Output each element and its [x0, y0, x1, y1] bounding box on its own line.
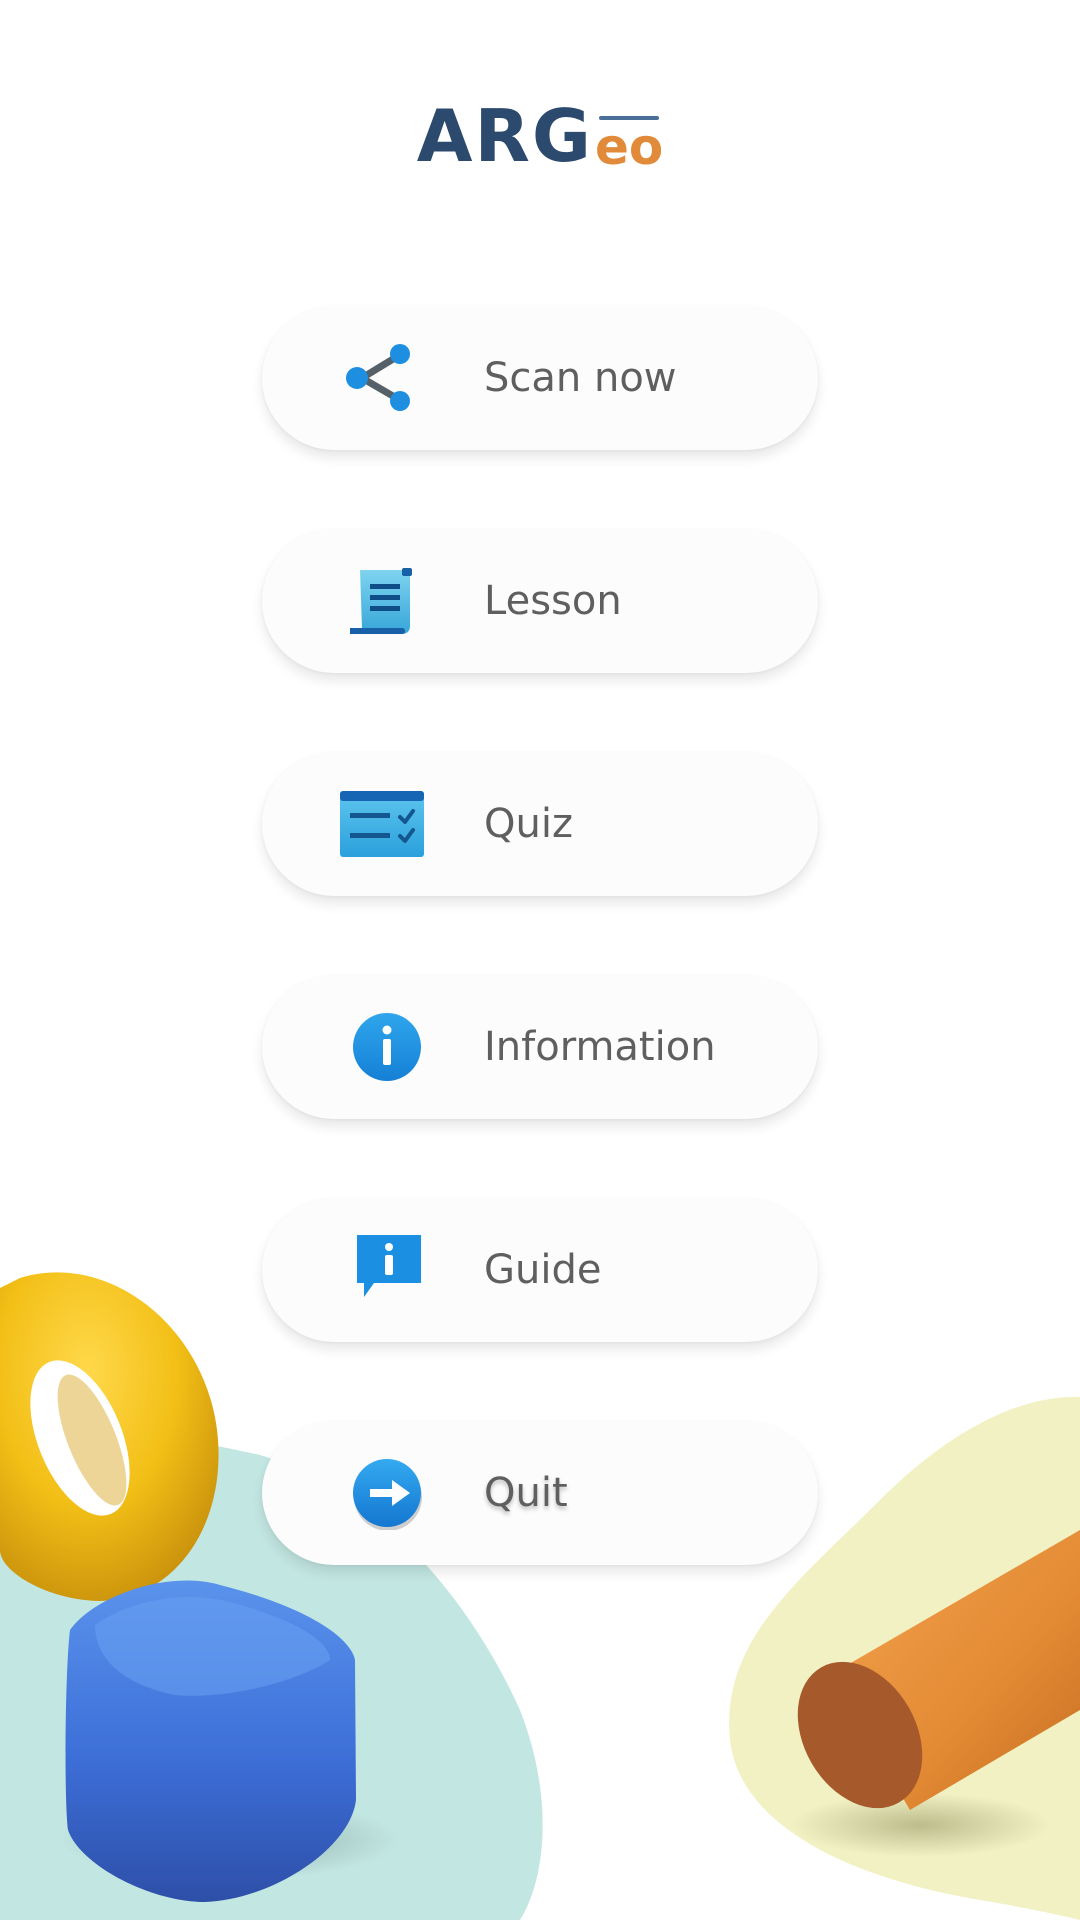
- guide-button[interactable]: Guide: [262, 1198, 818, 1342]
- scan-now-label: Scan now: [484, 355, 677, 401]
- scroll-icon: [340, 564, 424, 638]
- orange-cylinder: [797, 1530, 1080, 1810]
- guide-label: Guide: [484, 1247, 602, 1293]
- information-label: Information: [484, 1024, 716, 1070]
- main-menu: Scan now Lesson Quiz Information Guide Q…: [262, 306, 818, 1644]
- share-nodes-icon: [340, 341, 424, 415]
- logo-main-text: ARG: [416, 94, 593, 178]
- quiz-label: Quiz: [484, 801, 573, 847]
- logo-sub-text: eo: [595, 114, 663, 172]
- quit-label: Quit: [484, 1470, 568, 1516]
- lesson-label: Lesson: [484, 578, 622, 624]
- lesson-button[interactable]: Lesson: [262, 529, 818, 673]
- info-speech-bubble-icon: [340, 1233, 424, 1307]
- arrow-right-circle-icon: [340, 1456, 424, 1530]
- quiz-button[interactable]: Quiz: [262, 752, 818, 896]
- checklist-icon: [340, 787, 424, 861]
- app-logo: ARG eo: [0, 100, 1080, 172]
- quit-button[interactable]: Quit: [262, 1421, 818, 1565]
- scan-now-button[interactable]: Scan now: [262, 306, 818, 450]
- info-circle-icon: [340, 1010, 424, 1084]
- yellow-torus: [0, 1272, 219, 1601]
- information-button[interactable]: Information: [262, 975, 818, 1119]
